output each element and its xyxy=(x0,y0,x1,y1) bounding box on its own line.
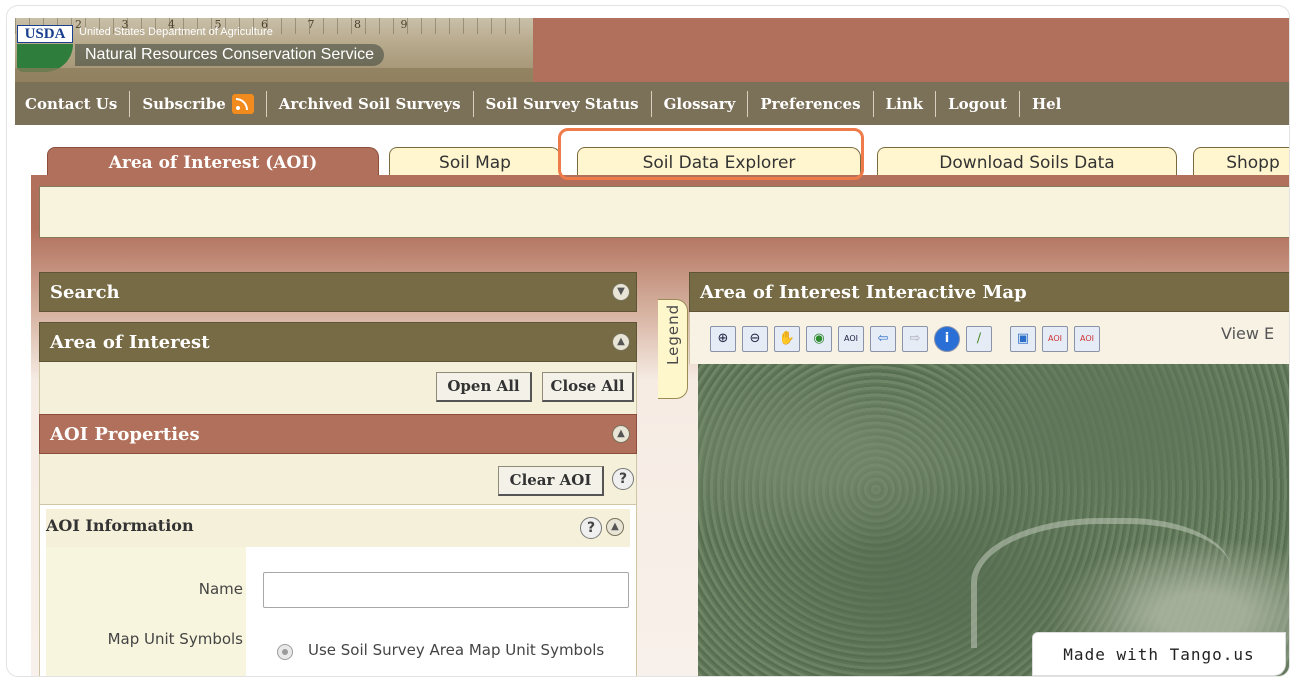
tango-watermark: Made with Tango.us xyxy=(1032,632,1286,676)
nav-label: Archived Soil Surveys xyxy=(278,94,461,113)
site-header: 2 3 4 5 6 7 8 9 USDA United States Depar… xyxy=(15,18,1289,82)
info-icon[interactable]: i xyxy=(934,326,960,352)
close-all-button[interactable]: Close All xyxy=(542,372,634,402)
search-panel-header[interactable]: Search ▼ xyxy=(39,272,637,312)
pan-hand-icon[interactable]: ✋ xyxy=(774,326,800,352)
aoi-polygon-icon[interactable]: AOI xyxy=(1074,326,1100,352)
search-panel-title: Search xyxy=(50,282,120,303)
aoi-point-icon[interactable]: AOI xyxy=(838,326,864,352)
screenshot-frame: 2 3 4 5 6 7 8 9 USDA United States Depar… xyxy=(6,5,1290,677)
logo-stripe xyxy=(15,68,533,82)
agency-name: Natural Resources Conservation Service xyxy=(75,44,385,66)
aerial-map-image[interactable] xyxy=(698,364,1289,676)
aoi-panel-title: Area of Interest xyxy=(50,332,210,353)
name-field-label: Name xyxy=(198,580,243,598)
map-clearing-feature xyxy=(971,518,1231,648)
nav-label: Logout xyxy=(948,94,1007,113)
forward-arrow-icon[interactable]: ⇨ xyxy=(902,326,928,352)
back-arrow-icon[interactable]: ⇦ xyxy=(870,326,896,352)
help-icon[interactable]: ? xyxy=(612,468,634,490)
map-unit-symbols-label: Map Unit Symbols xyxy=(107,630,243,648)
label-column xyxy=(46,547,246,676)
usda-nrcs-logo[interactable]: 2 3 4 5 6 7 8 9 USDA United States Depar… xyxy=(15,18,533,82)
nav-label: Glossary xyxy=(663,94,736,113)
expand-chevron-icon[interactable]: ▼ xyxy=(612,283,630,301)
message-bar xyxy=(39,186,1289,238)
aoi-properties-title: AOI Properties xyxy=(50,424,200,445)
nav-label: Hel xyxy=(1031,94,1062,113)
collapse-chevron-icon[interactable]: ▲ xyxy=(612,333,630,351)
nav-preferences[interactable]: Preferences xyxy=(748,90,874,117)
collapse-chevron-icon[interactable]: ▲ xyxy=(606,518,624,536)
aoi-rectangle-icon[interactable]: AOI xyxy=(1042,326,1068,352)
usda-logo-mark: USDA xyxy=(17,25,73,43)
nav-help[interactable]: Hel xyxy=(1020,91,1073,117)
aoi-information-title: AOI Information xyxy=(46,516,194,535)
use-survey-symbols-radio[interactable] xyxy=(277,644,293,660)
nav-link[interactable]: Link xyxy=(874,90,937,117)
view-extent-label[interactable]: View E xyxy=(1221,324,1274,343)
nav-archived-soil-surveys[interactable]: Archived Soil Surveys xyxy=(267,90,474,117)
main-tabs: Area of Interest (AOI) Soil Map Soil Dat… xyxy=(15,125,1289,179)
legend-label: Legend xyxy=(664,303,682,365)
collapse-chevron-icon[interactable]: ▲ xyxy=(612,425,630,443)
nav-glossary[interactable]: Glossary xyxy=(652,90,749,117)
zoom-in-icon[interactable]: ⊕ xyxy=(710,326,736,352)
aoi-properties-panel-header[interactable]: AOI Properties ▲ xyxy=(39,414,637,454)
nav-label: Contact Us xyxy=(25,94,118,113)
department-name: United States Department of Agriculture xyxy=(79,26,273,38)
clear-aoi-button[interactable]: Clear AOI xyxy=(498,466,604,496)
use-survey-symbols-label: Use Soil Survey Area Map Unit Symbols xyxy=(308,641,605,659)
help-icon[interactable]: ? xyxy=(580,517,602,539)
area-of-interest-panel-header[interactable]: Area of Interest ▲ xyxy=(39,322,637,362)
map-panel-header: Area of Interest Interactive Map xyxy=(689,272,1289,312)
browser-viewport: 2 3 4 5 6 7 8 9 USDA United States Depar… xyxy=(15,18,1289,676)
globe-icon[interactable]: ◉ xyxy=(806,326,832,352)
rss-icon[interactable] xyxy=(231,93,254,114)
map-toolbar: ⊕ ⊖ ✋ ◉ AOI ⇦ ⇨ i ∕ ▣ AOI AOI xyxy=(689,312,1289,364)
nav-contact-us[interactable]: Contact Us xyxy=(15,90,131,117)
aoi-information-header: AOI Information ? ▲ xyxy=(46,509,630,547)
nav-soil-survey-status[interactable]: Soil Survey Status xyxy=(474,90,652,117)
nav-label: Soil Survey Status xyxy=(485,94,639,113)
nav-subscribe[interactable]: Subscribe xyxy=(130,90,267,117)
nav-label: Preferences xyxy=(760,94,861,113)
top-navigation: Contact Us Subscribe Archived Soil Surve… xyxy=(15,82,1289,125)
nav-label: Link xyxy=(885,94,924,113)
select-icon[interactable]: ▣ xyxy=(1010,326,1036,352)
map-title: Area of Interest Interactive Map xyxy=(700,282,1027,303)
zoom-out-icon[interactable]: ⊖ xyxy=(742,326,768,352)
nav-logout[interactable]: Logout xyxy=(936,90,1020,117)
name-input[interactable] xyxy=(263,572,629,608)
open-all-button[interactable]: Open All xyxy=(436,372,532,402)
nav-label: Subscribe xyxy=(142,94,226,113)
clear-aoi-row: Clear AOI ? xyxy=(39,454,637,504)
measure-icon[interactable]: ∕ xyxy=(966,326,992,352)
open-close-row: Open All Close All xyxy=(39,362,637,414)
